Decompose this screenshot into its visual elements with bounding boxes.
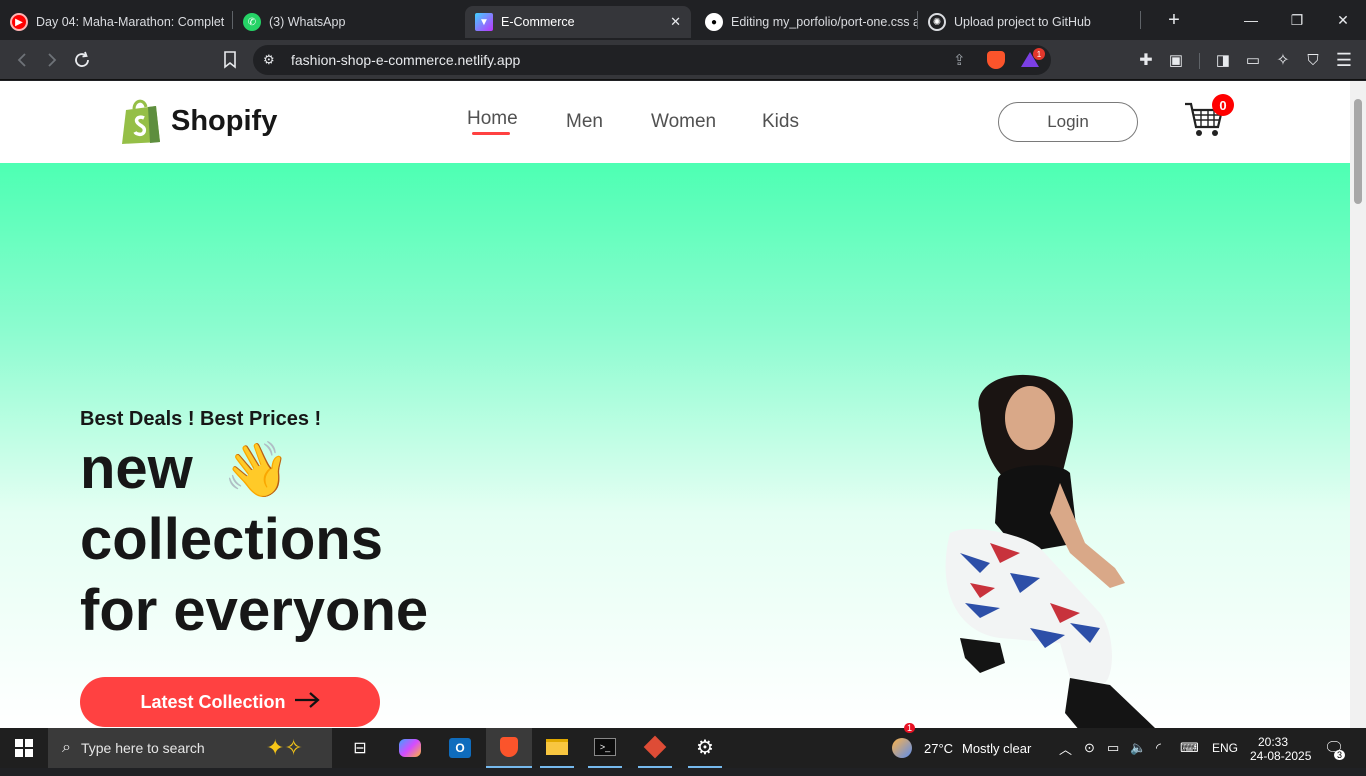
brand-name[interactable]: Shopify [171, 105, 277, 138]
url-text: fashion-shop-e-commerce.netlify.app [291, 52, 521, 68]
bookmark-icon[interactable] [215, 45, 245, 75]
nav-home[interactable]: Home [467, 108, 518, 130]
settings-gear-icon[interactable]: ⚙ [688, 728, 722, 768]
vpn-icon[interactable]: ⛉ [1298, 45, 1328, 75]
menu-icon[interactable]: ☰ [1329, 45, 1359, 75]
tab-separator [1140, 11, 1141, 29]
brave-shields-icon[interactable] [987, 51, 1005, 69]
terminal-icon[interactable]: >_ [588, 728, 622, 768]
site-settings-icon[interactable]: ⚙ [263, 52, 281, 68]
login-button[interactable]: Login [998, 102, 1138, 142]
tab-title: Upload project to GitHub [954, 15, 1091, 29]
scrollbar-thumb[interactable] [1354, 99, 1362, 204]
nav-kids[interactable]: Kids [762, 111, 799, 133]
hero-headline-line1: new 👋 [80, 434, 290, 505]
notification-count: 3 [1334, 750, 1346, 760]
windows-taskbar: ⌕ Type here to search ✦✧ ⊟ O >_ ⚙ 1 27°C… [0, 723, 1366, 768]
leo-ai-icon[interactable]: ✧ [1268, 45, 1298, 75]
chevron-up-icon[interactable]: ︿ [1059, 728, 1072, 768]
whatsapp-icon: ✆ [243, 13, 261, 31]
temperature-text[interactable]: 27°C [924, 728, 953, 768]
share-icon[interactable]: ⇪ [953, 51, 966, 69]
web-page: Shopify Home Men Women Kids Login 0 Best… [0, 81, 1350, 728]
wallet-icon[interactable]: ▭ [1238, 45, 1268, 75]
toolbar-divider [1199, 53, 1200, 69]
battery-icon[interactable]: ▭ [1107, 728, 1119, 768]
minimize-icon[interactable]: — [1228, 0, 1274, 40]
browser-toolbar: ⚙ fashion-shop-e-commerce.netlify.app ⇪ … [0, 40, 1366, 80]
active-nav-underline [472, 132, 510, 135]
notifications-icon[interactable]: 🗨 3 [1324, 728, 1346, 768]
hero-section: Best Deals ! Best Prices ! new 👋 collect… [0, 163, 1350, 728]
site-navbar: Shopify Home Men Women Kids Login 0 [0, 81, 1350, 163]
task-view-icon[interactable]: ⊟ [344, 728, 376, 768]
file-explorer-icon[interactable] [540, 728, 574, 768]
chatgpt-icon: ✺ [928, 13, 946, 31]
git-icon[interactable] [638, 728, 672, 768]
page-scrollbar[interactable] [1350, 81, 1366, 728]
cart-count-badge: 0 [1212, 94, 1234, 116]
close-tab-icon[interactable]: ✕ [670, 14, 681, 30]
sidebar-icon[interactable]: ◨ [1208, 45, 1238, 75]
rewards-badge: 1 [1033, 48, 1045, 60]
reload-icon[interactable] [67, 45, 97, 75]
close-window-icon[interactable]: ✕ [1320, 0, 1366, 40]
extensions-icon[interactable]: ✚ [1131, 45, 1161, 75]
forward-icon[interactable] [37, 45, 67, 75]
meet-now-icon[interactable]: ⊙ [1084, 728, 1095, 768]
taskbar-search-box[interactable]: ⌕ Type here to search ✦✧ [48, 728, 332, 768]
keyboard-icon[interactable]: ⌨ [1180, 728, 1199, 768]
brave-taskbar-icon[interactable] [486, 728, 532, 768]
arrow-right-icon [294, 691, 320, 713]
address-bar[interactable]: ⚙ fashion-shop-e-commerce.netlify.app ⇪ … [253, 45, 1051, 75]
tab-chatgpt[interactable]: ✺ Upload project to GitHub [918, 6, 1140, 38]
outlook-icon[interactable]: O [444, 728, 476, 768]
clock-date[interactable]: 24-08-2025 [1250, 736, 1311, 776]
github-icon: ● [705, 13, 723, 31]
search-icon: ⌕ [62, 739, 71, 756]
volume-icon[interactable]: 🔈 [1130, 728, 1146, 768]
youtube-icon: ▶ [10, 13, 28, 31]
back-icon[interactable] [7, 45, 37, 75]
copilot-icon[interactable] [394, 728, 426, 768]
hero-headline-line2: collections [80, 507, 383, 572]
tab-ecommerce[interactable]: ▼ E-Commerce ✕ [465, 6, 691, 38]
shopify-logo-icon[interactable] [120, 96, 162, 151]
tab-title: Editing my_porfolio/port-one.css a [731, 15, 917, 29]
nav-men[interactable]: Men [566, 111, 603, 133]
latest-collection-button[interactable]: Latest Collection [80, 677, 380, 727]
waving-hand-icon: 👋 [222, 440, 291, 500]
browser-tab-strip: ▶ Day 04: Maha-Marathon: Complet ✆ (3) W… [0, 0, 1366, 40]
reader-mode-icon[interactable]: ▣ [1161, 45, 1191, 75]
new-tab-button[interactable]: + [1162, 8, 1186, 32]
tab-title: Day 04: Maha-Marathon: Complet [36, 15, 225, 29]
weather-text[interactable]: Mostly clear [962, 728, 1031, 768]
hero-word-new: new [80, 436, 193, 501]
weather-badge: 1 [904, 720, 916, 736]
nav-women[interactable]: Women [651, 111, 716, 133]
windows-start-icon[interactable] [0, 728, 48, 768]
tab-github[interactable]: ● Editing my_porfolio/port-one.css a [695, 6, 917, 38]
tab-whatsapp[interactable]: ✆ (3) WhatsApp [233, 6, 453, 38]
search-placeholder: Type here to search [80, 740, 205, 756]
hero-subtitle: Best Deals ! Best Prices ! [80, 408, 322, 430]
restore-icon[interactable]: ❐ [1274, 0, 1320, 40]
language-indicator[interactable]: ENG [1212, 728, 1238, 768]
tab-title: (3) WhatsApp [269, 15, 346, 29]
copilot-sparkle-icon: ✦✧ [266, 735, 303, 760]
cta-label: Latest Collection [140, 691, 286, 712]
hero-headline-line3: for everyone [80, 578, 429, 643]
hero-model-image [920, 373, 1170, 728]
tab-title: E-Commerce [501, 15, 575, 29]
tab-youtube[interactable]: ▶ Day 04: Maha-Marathon: Complet [0, 6, 232, 38]
vite-icon: ▼ [475, 13, 493, 31]
wifi-icon[interactable]: ◜ [1156, 728, 1161, 768]
